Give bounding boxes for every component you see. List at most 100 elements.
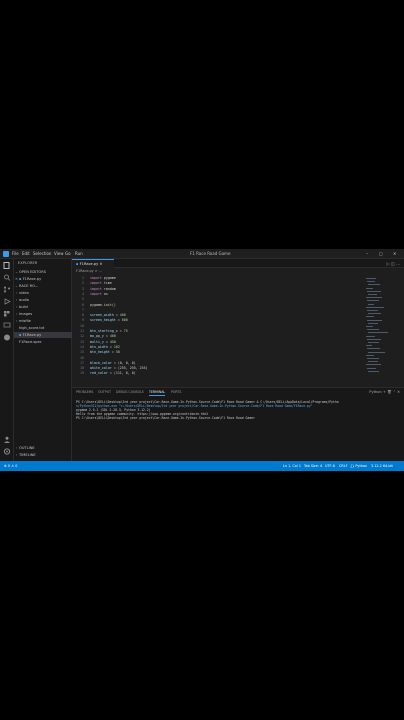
bottom-panel: PROBLEMS OUTPUT DEBUG CONSOLE TERMINAL P… [72,387,404,461]
account-icon[interactable] [3,436,11,443]
code-line: import random [90,286,116,291]
title-bar: File Edit Selection View Go Run F1 Race … [0,249,404,259]
code-line: multi_y = 450 [90,339,116,344]
tab-debug-console[interactable]: DEBUG CONSOLE [116,390,144,395]
outline-header[interactable]: › OUTLINE [14,445,72,451]
indentation[interactable]: Tab Size: 4 [304,463,322,469]
menu-file[interactable]: File [12,251,19,257]
minimize-icon[interactable]: – [366,251,368,257]
open-editor-item[interactable]: ✕▪ F1Race.py [14,276,72,282]
more-icon[interactable]: … [396,261,400,266]
code-line: red_color = (111, 0, 0) [90,371,136,376]
run-icon[interactable]: ▷ [387,261,390,266]
tab-close-icon[interactable]: ✕ [99,262,102,266]
encoding[interactable]: UTF-8 [325,463,335,469]
minimap[interactable] [364,274,398,390]
line-number: 13 [80,339,84,344]
tab-ports[interactable]: PORTS [171,390,181,395]
split-editor-icon[interactable]: ◫ [391,261,395,266]
explorer-sidebar: EXPLORER ⌄OPEN EDITORS ✕▪ F1Race.py ⌄RAC… [14,259,72,461]
language-mode[interactable]: {} Python [350,463,367,469]
line-number: 5 [82,297,84,302]
minimap-line [366,354,374,356]
tree-item-images[interactable]: › images [14,311,72,317]
minimap-line [367,329,379,331]
line-number: 9 [82,318,84,323]
line-number: 18 [80,366,84,371]
tree-item-video[interactable]: › video [14,290,72,296]
terminal-line: PS C:\Users\DELL\Desktop\3rd year projec… [76,416,255,420]
explorer-icon[interactable] [3,262,11,269]
search-icon[interactable] [3,274,11,281]
source-control-icon[interactable] [3,286,11,293]
minimap-line [368,322,378,324]
line-number: 1 [82,276,84,280]
end-of-line[interactable]: CRLF [339,463,348,469]
tab-f1race-py[interactable]: ▪ F1Race.py ✕ [72,259,114,268]
terminal-shell-label[interactable]: Python [369,390,381,394]
tree-item-f1race-spec[interactable]: F1Race.spec [14,339,72,345]
maximize-icon[interactable]: ▢ [379,251,383,257]
minimap-line [366,297,382,299]
tree-item-audio[interactable]: › audio [14,297,72,303]
minimap-line [366,335,375,337]
code-line: pygame.init() [90,302,116,307]
minimap-line [367,348,380,350]
menu-go[interactable]: Go [65,251,71,257]
line-number: 3 [82,286,84,291]
vscode-logo-icon [3,251,9,257]
line-number: 2 [82,281,84,286]
tab-output[interactable]: OUTPUT [98,390,111,395]
remote-explorer-icon[interactable] [3,322,11,329]
editor-actions: ▷ ◫ … [387,261,400,266]
line-number: 16 [80,355,84,360]
minimap-line [367,300,379,302]
minimap-line [366,316,374,318]
tab-terminal[interactable]: TERMINAL [149,390,166,396]
status-bar: ⊗ 0 ⚠ 0 Ln 1, Col 1 Tab Size: 4 UTF-8 CR… [0,461,404,471]
gear-icon[interactable] [3,448,11,455]
folder-header[interactable]: ⌄RACE RO... [14,283,72,289]
minimap-line [368,361,378,363]
line-number: 17 [80,360,84,365]
cursor-position[interactable]: Ln 1, Col 1 [283,463,301,469]
timeline-header[interactable]: › TIMELINE [14,452,72,458]
menu-run[interactable]: Run [75,251,83,257]
line-number: 8 [82,313,84,318]
line-number: 10 [80,323,84,328]
github-icon[interactable] [3,334,11,341]
minimap-line [366,287,373,289]
maximize-panel-icon[interactable]: ⌃ [393,390,396,394]
tree-item-high-score[interactable]: high_score.txt [14,325,72,331]
menu-edit[interactable]: Edit [22,251,30,257]
menu-view[interactable]: View [54,251,64,257]
minimap-line [366,345,372,347]
minimap-line [367,310,378,311]
breadcrumb[interactable]: F1Race.py > ... [76,269,102,273]
tab-problems[interactable]: PROBLEMS [76,390,93,395]
problems-count[interactable]: ⊗ 0 ⚠ 0 [4,463,17,469]
code-line: import pygame [90,276,116,280]
minimap-line [368,370,379,372]
open-editors-header[interactable]: ⌄OPEN EDITORS [14,269,72,275]
minimap-line [368,342,379,343]
minimap-line [368,332,388,334]
activity-bar [0,259,14,461]
menu-selection[interactable]: Selection [33,251,51,257]
close-panel-icon[interactable]: ✕ [397,390,400,394]
trash-icon[interactable]: 🗑 [387,390,392,394]
code-editor[interactable]: 1 import pygame 2 import time 3 import random… [72,274,362,390]
tree-item-misfile[interactable]: › misfile [14,318,72,324]
tree-item-f1race-py[interactable]: ▪ F1Race.py [14,332,72,338]
new-terminal-icon[interactable]: + [383,390,386,394]
window-title: F1 Race Road Game [190,251,231,256]
explorer-title: EXPLORER [18,261,38,265]
minimap-line [368,294,377,295]
minimap-line [367,319,382,321]
close-icon[interactable]: ✕ [393,251,396,257]
run-debug-icon[interactable] [3,298,11,305]
tree-item-build[interactable]: › build [14,304,72,310]
code-line: screen_height = 600 [90,318,128,323]
python-interpreter[interactable]: 3.12.2 64-bit [371,463,393,469]
extensions-icon[interactable] [3,310,11,317]
